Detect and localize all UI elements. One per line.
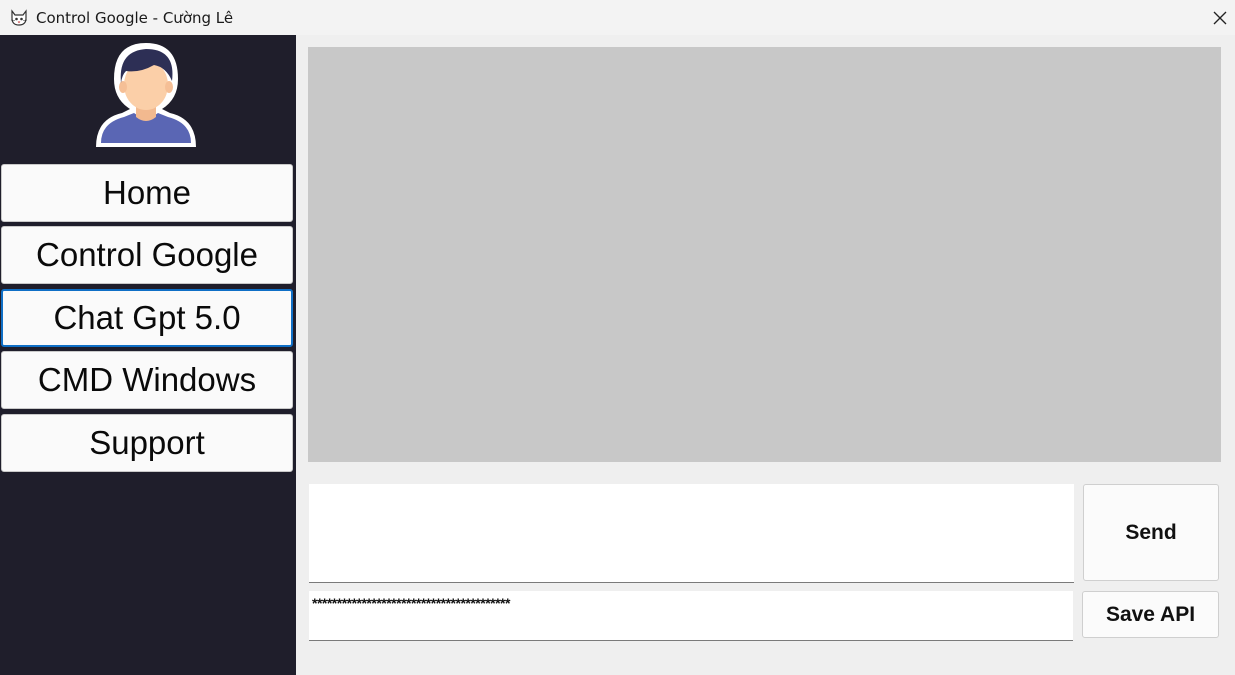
sidebar-item-chat-gpt[interactable]: Chat Gpt 5.0 [1, 289, 293, 347]
sidebar-item-cmd-windows[interactable]: CMD Windows [1, 351, 293, 409]
send-button[interactable]: Send [1083, 484, 1219, 581]
sidebar: Home Control Google Chat Gpt 5.0 CMD Win… [0, 35, 296, 675]
title-bar: Control Google - Cường Lê [0, 0, 1235, 35]
api-key-input[interactable]: **************************************** [309, 591, 1073, 641]
chat-output-panel [308, 47, 1221, 462]
close-icon [1213, 11, 1227, 24]
sidebar-item-control-google[interactable]: Control Google [1, 226, 293, 284]
sidebar-item-home[interactable]: Home [1, 164, 293, 222]
sidebar-item-support[interactable]: Support [1, 414, 293, 472]
app-window: Control Google - Cường Lê Home Control G… [0, 0, 1235, 675]
user-avatar-icon [92, 39, 200, 151]
close-button[interactable] [1205, 0, 1235, 35]
cat-face-icon [9, 8, 29, 28]
message-input[interactable] [309, 484, 1074, 583]
window-title: Control Google - Cường Lê [36, 8, 234, 27]
save-api-button[interactable]: Save API [1082, 591, 1219, 638]
